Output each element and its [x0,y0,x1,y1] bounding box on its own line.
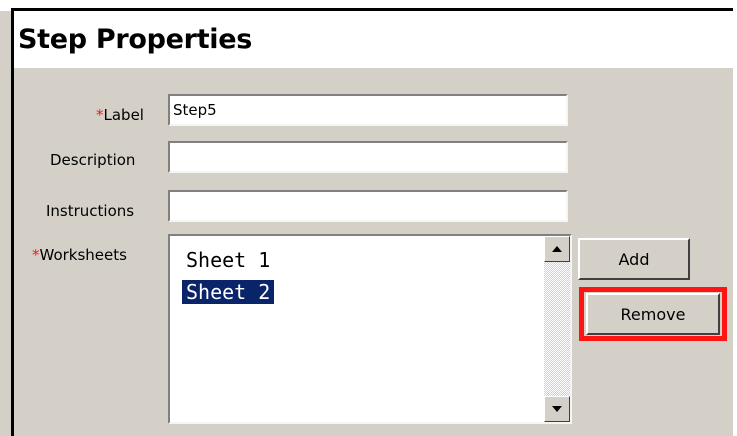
required-marker: * [96,106,104,124]
required-marker: * [32,246,40,264]
instructions-input[interactable] [168,190,568,222]
label-field-label: *Label [96,106,144,124]
left-border [11,8,14,436]
list-item-sheet-1[interactable]: Sheet 1 [182,248,274,272]
label-input[interactable] [168,94,568,126]
worksheets-scrollbar[interactable] [544,236,570,422]
description-field-label: Description [50,151,136,169]
list-item-sheet-2[interactable]: Sheet 2 [182,280,275,304]
label-field-label-text: Label [103,106,144,124]
instructions-field-label: Instructions [46,202,135,220]
top-border [0,0,737,11]
step-properties-panel: Step Properties *Label Description Instr… [0,0,737,436]
worksheets-field-label-text: Worksheets [39,246,127,264]
scroll-down-arrow-icon [552,406,562,412]
description-input[interactable] [168,141,568,173]
worksheets-field-label: *Worksheets [32,246,127,264]
add-button[interactable]: Add [578,238,690,280]
scroll-up-arrow-icon [552,246,562,252]
scroll-down-button[interactable] [544,396,570,422]
panel-title: Step Properties [18,24,253,55]
worksheets-listbox[interactable]: Sheet 1 Sheet 2 [168,234,572,424]
right-edge [733,0,737,436]
remove-highlight-box [579,287,727,341]
scroll-up-button[interactable] [544,236,570,262]
